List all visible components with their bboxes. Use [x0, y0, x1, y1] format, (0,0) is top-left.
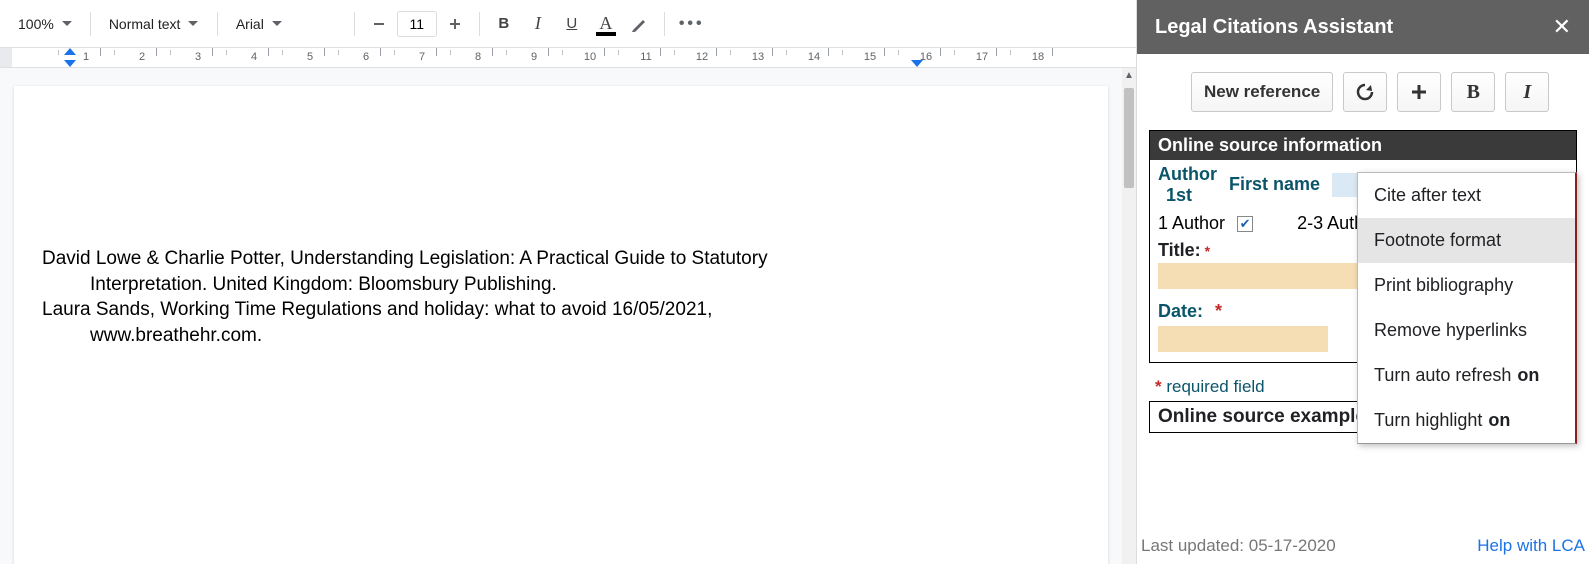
sidebar-header: Legal Citations Assistant ✕	[1137, 0, 1589, 54]
ruler-label: 6	[363, 51, 369, 63]
document-page[interactable]: David Lowe & Charlie Potter, Understandi…	[14, 86, 1108, 564]
menu-cite-after-text[interactable]: Cite after text	[1358, 173, 1575, 218]
zoom-value: 100%	[18, 16, 54, 32]
author-1st-label: Author 1st	[1158, 164, 1217, 205]
help-link[interactable]: Help with LCA	[1477, 536, 1585, 556]
required-star: *	[1215, 301, 1222, 322]
ruler-label: 2	[139, 51, 145, 63]
chevron-down-icon	[62, 21, 72, 26]
separator	[217, 12, 218, 36]
text-line: Laura Sands, Working Time Regulations an…	[42, 299, 712, 320]
scroll-up-button[interactable]: ▲	[1122, 68, 1136, 82]
paragraph[interactable]: David Lowe & Charlie Potter, Understandi…	[42, 246, 1080, 297]
italic-style-button[interactable]: I	[1505, 72, 1549, 112]
close-icon[interactable]: ✕	[1553, 14, 1571, 40]
new-reference-label: New reference	[1204, 82, 1320, 102]
chevron-down-icon	[272, 21, 282, 26]
ruler-margin	[0, 48, 12, 67]
options-dropdown: Cite after text Footnote format Print bi…	[1357, 172, 1577, 444]
ruler-label: 17	[976, 51, 988, 63]
ruler-label: 15	[864, 51, 876, 63]
menu-footnote-format[interactable]: Footnote format	[1358, 218, 1575, 263]
document-area: David Lowe & Charlie Potter, Understandi…	[0, 68, 1122, 564]
one-author-checkbox[interactable]: ✔	[1237, 216, 1253, 232]
paragraph[interactable]: Laura Sands, Working Time Regulations an…	[42, 297, 1080, 348]
separator	[664, 12, 665, 36]
one-author-label: 1 Author	[1158, 213, 1225, 234]
menu-auto-refresh[interactable]: Turn auto refresh on	[1358, 353, 1575, 398]
ruler-label: 4	[251, 51, 257, 63]
bold-style-button[interactable]: B	[1451, 72, 1495, 112]
ruler-label: 9	[531, 51, 537, 63]
increase-font-size-button[interactable]	[439, 8, 471, 40]
date-label: Date:	[1158, 301, 1203, 322]
chevron-down-icon	[188, 21, 198, 26]
text-line: Interpretation. United Kingdom: Bloomsbu…	[42, 272, 1080, 298]
menu-print-bibliography[interactable]: Print bibliography	[1358, 263, 1575, 308]
refresh-button[interactable]	[1343, 72, 1387, 112]
addon-sidebar: Legal Citations Assistant ✕ New referenc…	[1136, 0, 1589, 564]
italic-button[interactable]: I	[522, 8, 554, 40]
scroll-thumb[interactable]	[1124, 88, 1134, 188]
menu-remove-hyperlinks[interactable]: Remove hyperlinks	[1358, 308, 1575, 353]
ruler-label: 10	[584, 51, 596, 63]
sidebar-footer: Last updated: 05-17-2020 Help with LCA	[1137, 536, 1589, 564]
more-options-button[interactable]: •••	[673, 8, 711, 40]
plus-icon	[1410, 83, 1428, 101]
underline-button[interactable]: U	[556, 8, 588, 40]
examples-label: Online source examples	[1158, 406, 1377, 427]
ruler-label: 12	[696, 51, 708, 63]
font-value: Arial	[236, 16, 264, 32]
bold-button[interactable]: B	[488, 8, 520, 40]
required-star: *	[1205, 243, 1210, 259]
highlighter-icon	[630, 14, 650, 34]
separator	[90, 12, 91, 36]
highlight-color-button[interactable]	[624, 8, 656, 40]
panel-title: Online source information	[1158, 135, 1382, 155]
sidebar-toolbar: New reference B I	[1149, 72, 1577, 112]
ruler-label: 18	[1032, 51, 1044, 63]
last-updated-label: Last updated: 05-17-2020	[1141, 536, 1336, 556]
ruler-label: 13	[752, 51, 764, 63]
ruler-label: 16	[920, 51, 932, 63]
ruler-label: 5	[307, 51, 313, 63]
text-color-button[interactable]: A	[590, 8, 622, 40]
date-input[interactable]	[1158, 326, 1328, 352]
ruler-label: 7	[419, 51, 425, 63]
ruler-label: 11	[640, 51, 651, 63]
refresh-icon	[1355, 82, 1375, 102]
separator	[479, 12, 480, 36]
zoom-select[interactable]: 100%	[8, 8, 82, 40]
decrease-font-size-button[interactable]	[363, 8, 395, 40]
separator	[354, 12, 355, 36]
text-line: www.breathehr.com.	[42, 323, 1080, 349]
ruler-label: 1	[83, 51, 89, 63]
first-name-label: First name	[1229, 174, 1320, 195]
font-size-input[interactable]	[397, 11, 437, 37]
paragraph-style-select[interactable]: Normal text	[99, 8, 209, 40]
sidebar-title: Legal Citations Assistant	[1155, 16, 1393, 39]
font-select[interactable]: Arial	[226, 8, 346, 40]
text-line: David Lowe & Charlie Potter, Understandi…	[42, 248, 768, 269]
panel-header: Online source information	[1150, 131, 1576, 160]
ruler-label: 3	[195, 51, 201, 63]
ruler-label: 14	[808, 51, 820, 63]
style-value: Normal text	[109, 16, 181, 32]
new-reference-button[interactable]: New reference	[1191, 72, 1333, 112]
two-three-authors-label: 2-3 Auth	[1297, 213, 1364, 234]
menu-highlight[interactable]: Turn highlight on	[1358, 398, 1575, 443]
add-button[interactable]	[1397, 72, 1441, 112]
ruler-label: 8	[475, 51, 481, 63]
title-label: Title:	[1158, 240, 1201, 260]
vertical-scrollbar[interactable]: ▲	[1122, 68, 1136, 564]
